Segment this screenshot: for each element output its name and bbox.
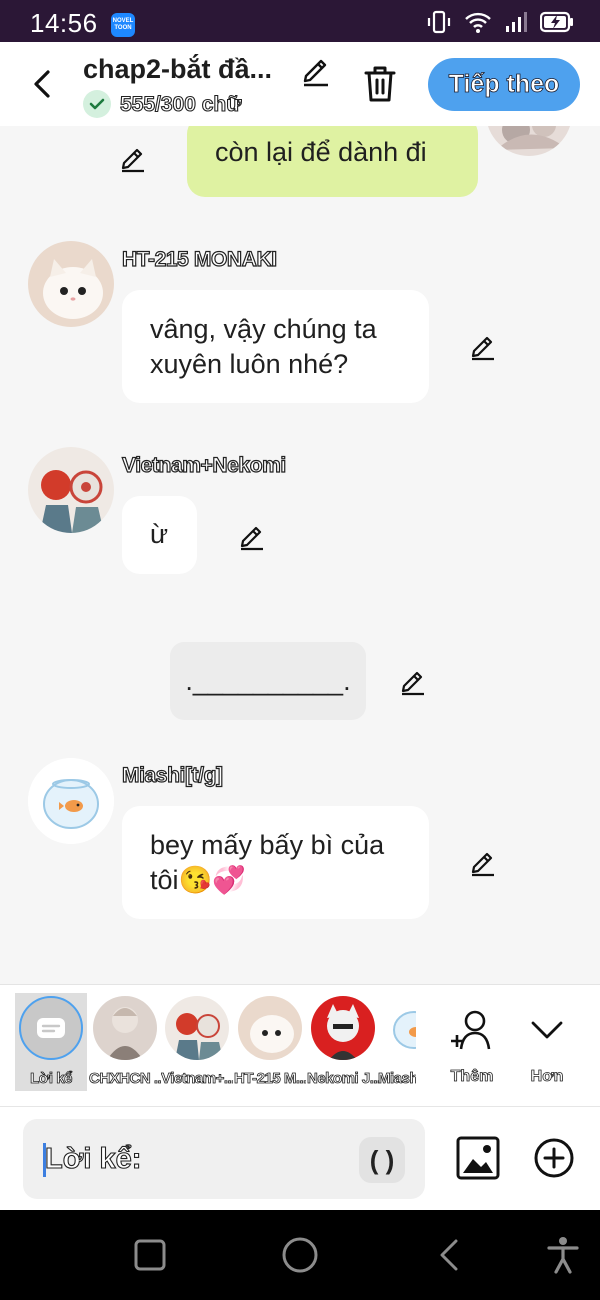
message-text: ừ: [150, 519, 169, 549]
navigation-bar: [0, 1210, 600, 1300]
message-text: bey mấy bấy bì của tôi😘💞: [150, 830, 385, 895]
character-name: Miash: [378, 1070, 416, 1087]
add-user-icon: [451, 1010, 491, 1050]
character-nekomi[interactable]: Nekomi J...: [307, 993, 379, 1091]
chat-area[interactable]: còn lại để dành đi HT-215 MONAKI vâng, v…: [0, 126, 600, 984]
message-bubble[interactable]: vâng, vậy chúng ta xuyên luôn nhé?: [122, 290, 429, 403]
back-nav-icon[interactable]: [430, 1235, 470, 1275]
home-icon[interactable]: [280, 1235, 320, 1275]
more-characters-label: Hơn: [530, 1068, 564, 1086]
edit-title-icon[interactable]: [298, 52, 334, 88]
status-icons: [426, 9, 574, 35]
sender-avatar-vietnam[interactable]: [28, 447, 114, 533]
sender-avatar-miashi[interactable]: [28, 758, 114, 844]
character-avatar: [311, 996, 375, 1060]
chevron-down-icon: [531, 1021, 563, 1039]
edit-message-icon[interactable]: [398, 666, 428, 696]
battery-charging-icon: [540, 11, 573, 33]
edit-message-icon[interactable]: [118, 143, 148, 173]
novel-toon-app-icon: NOVEL TOON: [111, 13, 135, 37]
sender-name: HT-215 MONAKI: [121, 247, 277, 271]
check-icon: [83, 90, 111, 118]
message-text: còn lại để dành đi: [215, 137, 427, 167]
chapter-title[interactable]: chap2-bắt đầ...: [83, 54, 272, 85]
add-icon[interactable]: [533, 1137, 575, 1179]
edit-message-icon[interactable]: [468, 331, 498, 361]
editor-header: chap2-bắt đầ... 555/300 chữ Tiếp theo: [0, 42, 600, 126]
character-miashi[interactable]: Miash: [378, 993, 416, 1091]
character-avatar: [93, 996, 157, 1060]
word-count: 555/300 chữ: [119, 92, 242, 116]
character-avatar: [238, 996, 302, 1060]
character-name: CHXHCN ...: [89, 1070, 161, 1087]
back-arrow-icon[interactable]: [26, 64, 58, 104]
next-button[interactable]: Tiếp theo: [428, 58, 580, 111]
input-label: Lời kể:: [44, 1142, 142, 1175]
accessibility-icon[interactable]: [543, 1235, 583, 1275]
message-bubble[interactable]: còn lại để dành đi: [187, 126, 478, 197]
wifi-icon: [465, 12, 491, 33]
character-avatar: [382, 996, 416, 1060]
character-monaki[interactable]: HT-215 M...: [234, 993, 306, 1091]
sender-name: Vietnam+Nekomi: [121, 453, 286, 477]
edit-message-icon[interactable]: [237, 521, 267, 551]
character-name: Nekomi J...: [307, 1070, 379, 1087]
message-input[interactable]: Lời kể: ( ): [23, 1119, 425, 1199]
image-icon[interactable]: [455, 1135, 501, 1181]
character-name: Vietnam+...: [161, 1070, 233, 1087]
character-chxhcn[interactable]: CHXHCN ...: [89, 993, 161, 1091]
delete-icon[interactable]: [360, 62, 400, 106]
character-name: Lời kể: [30, 1070, 73, 1087]
my-avatar[interactable]: [486, 126, 572, 156]
status-bar: 14:56 NOVEL TOON: [0, 0, 600, 42]
composer: Lời kể: ( ): [0, 1106, 600, 1210]
sender-name: Miashi[t/g]: [121, 763, 223, 787]
character-avatar: [165, 996, 229, 1060]
character-selector: Lời kể CHXHCN ... Vietnam+... HT-215 M..…: [0, 984, 600, 1106]
more-characters-button[interactable]: Hơn: [512, 993, 582, 1093]
edit-message-icon[interactable]: [468, 847, 498, 877]
signal-icon: [506, 12, 527, 32]
message-bubble[interactable]: bey mấy bấy bì của tôi😘💞: [122, 806, 429, 919]
narrator-avatar: [19, 996, 83, 1060]
vibrate-icon: [427, 10, 451, 34]
message-text: vâng, vậy chúng ta xuyên luôn nhé?: [150, 314, 377, 379]
recent-apps-icon[interactable]: [130, 1235, 170, 1275]
add-character-button[interactable]: Thêm: [437, 993, 507, 1093]
character-name: HT-215 M...: [234, 1070, 306, 1087]
sender-avatar-monaki[interactable]: [28, 241, 114, 327]
status-time: 14:56: [30, 8, 98, 38]
add-character-label: Thêm: [450, 1068, 494, 1086]
narration-bubble[interactable]: .__________.: [170, 642, 366, 720]
character-narrator[interactable]: Lời kể: [15, 993, 87, 1091]
message-bubble[interactable]: ừ: [122, 496, 197, 574]
narration-text: .__________.: [185, 666, 351, 696]
parenthesis-button[interactable]: ( ): [359, 1137, 405, 1183]
character-vietnam[interactable]: Vietnam+...: [161, 993, 233, 1091]
